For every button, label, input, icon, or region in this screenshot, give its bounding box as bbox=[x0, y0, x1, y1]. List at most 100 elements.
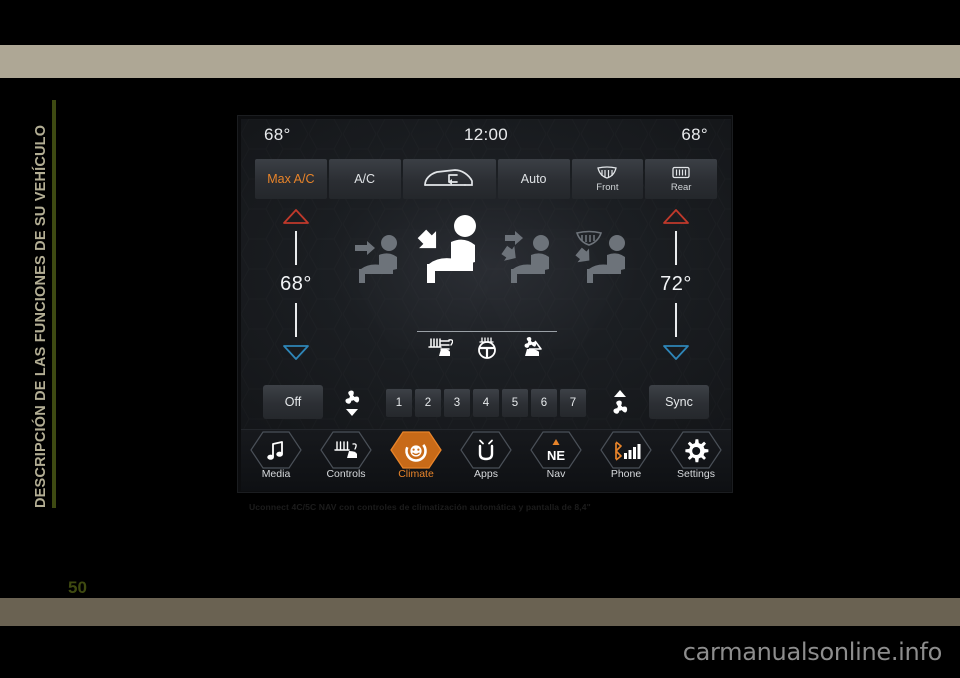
passenger-temp-value: 72° bbox=[660, 273, 692, 295]
driver-temp-up-button[interactable] bbox=[283, 209, 309, 229]
nav-label-controls: Controls bbox=[326, 468, 366, 480]
feet-airflow-icon bbox=[501, 231, 549, 283]
nav-label-media: Media bbox=[261, 468, 291, 480]
manual-page: DESCRIPCIÓN DE LAS FUNCIONES DE SU VEHÍC… bbox=[0, 0, 960, 678]
fan-step-4[interactable]: 4 bbox=[473, 389, 499, 417]
fan-step-7[interactable]: 7 bbox=[560, 389, 586, 417]
fan-step-2[interactable]: 2 bbox=[415, 389, 441, 417]
fan-step-3[interactable]: 3 bbox=[444, 389, 470, 417]
fan-decrease-button[interactable] bbox=[341, 389, 363, 422]
uconnect-screen: 68° 12:00 68° Max A/C A/C Auto Front Rea… bbox=[237, 115, 733, 493]
page-band-bottom bbox=[0, 598, 960, 626]
figure-caption: Uconnect 4C/5C NAV con controles de clim… bbox=[249, 502, 591, 512]
gear-icon bbox=[683, 435, 709, 467]
face-and-feet-airflow-button[interactable] bbox=[415, 211, 495, 296]
nav-item-settings[interactable]: Settings bbox=[661, 430, 731, 492]
driver-temp-control: 68° bbox=[263, 207, 329, 367]
front-defrost-label: Front bbox=[596, 182, 619, 193]
max-ac-label: Max A/C bbox=[267, 171, 315, 186]
recirculation-icon bbox=[421, 163, 477, 195]
front-defrost-icon bbox=[596, 165, 618, 181]
music-note-icon bbox=[266, 435, 286, 467]
fan-increase-button[interactable] bbox=[609, 389, 631, 422]
phone-signal-icon bbox=[611, 435, 641, 467]
ac-button[interactable]: A/C bbox=[328, 159, 401, 199]
status-row: 68° 12:00 68° bbox=[241, 125, 731, 155]
blower-off-button[interactable]: Off bbox=[263, 385, 323, 419]
driver-temp-value: 68° bbox=[280, 273, 312, 295]
heated-seat-button[interactable] bbox=[427, 337, 454, 364]
passenger-temp-down-button[interactable] bbox=[663, 345, 689, 365]
ventilated-seat-button[interactable] bbox=[521, 336, 547, 364]
driver-temp-tick-upper bbox=[295, 231, 297, 265]
feet-airflow-button[interactable] bbox=[501, 229, 563, 292]
fan-speed-steps: 1 2 3 4 5 6 7 bbox=[386, 389, 586, 417]
nav-item-controls[interactable]: Controls bbox=[311, 430, 381, 492]
ventilated-seat-icon bbox=[524, 336, 542, 356]
climate-main-area: 68° 72° bbox=[241, 203, 731, 393]
controls-icon bbox=[333, 435, 359, 467]
fan-step-2-label: 2 bbox=[424, 397, 432, 409]
heated-steering-wheel-button[interactable] bbox=[475, 336, 499, 364]
blower-off-label: Off bbox=[284, 395, 302, 409]
recirculation-button[interactable] bbox=[402, 159, 496, 199]
watermark: carmanualsonline.info bbox=[682, 638, 943, 666]
fan-step-5[interactable]: 5 bbox=[502, 389, 528, 417]
fan-step-5-label: 5 bbox=[511, 397, 519, 409]
fan-step-6-label: 6 bbox=[540, 397, 548, 409]
nav-item-apps[interactable]: Apps bbox=[451, 430, 521, 492]
rear-defrost-icon bbox=[671, 165, 691, 181]
nav-item-nav[interactable]: NE Nav bbox=[521, 430, 591, 492]
chapter-tab-label: DESCRIPCIÓN DE LAS FUNCIONES DE SU VEHÍC… bbox=[33, 124, 49, 508]
sync-button[interactable]: Sync bbox=[649, 385, 709, 419]
nav-item-media[interactable]: Media bbox=[241, 430, 311, 492]
airflow-mode-row bbox=[349, 211, 629, 331]
clock: 12:00 bbox=[463, 125, 509, 144]
driver-temp-down-button[interactable] bbox=[283, 345, 309, 365]
sync-label: Sync bbox=[665, 395, 693, 409]
face-airflow-icon bbox=[355, 235, 397, 283]
mode-button-strip: Max A/C A/C Auto Front Rear bbox=[255, 159, 718, 199]
passenger-temp-status: 68° bbox=[681, 125, 708, 144]
bottom-nav-items: Media Controls Climate Apps NE Nav Phone… bbox=[241, 430, 731, 492]
face-airflow-button[interactable] bbox=[349, 229, 411, 292]
auto-button[interactable]: Auto bbox=[497, 159, 570, 199]
nav-label-nav: Nav bbox=[546, 468, 566, 480]
ac-label: A/C bbox=[354, 171, 376, 186]
nav-label-apps: Apps bbox=[474, 468, 498, 480]
face-and-feet-airflow-icon bbox=[417, 215, 476, 283]
fan-step-1-label: 1 bbox=[395, 397, 403, 409]
fan-control-row: Off 1 2 3 4 5 6 7 Sync bbox=[241, 381, 731, 425]
passenger-temp-tick-upper bbox=[675, 231, 677, 265]
auto-label: Auto bbox=[520, 171, 547, 186]
defrost-and-feet-airflow-button[interactable] bbox=[573, 227, 639, 292]
comfort-icon-row bbox=[427, 336, 547, 364]
nav-item-phone[interactable]: Phone bbox=[591, 430, 661, 492]
nav-item-climate[interactable]: Climate bbox=[381, 430, 451, 492]
max-ac-button[interactable]: Max A/C bbox=[255, 159, 327, 199]
front-defrost-button[interactable]: Front bbox=[571, 159, 644, 199]
nav-label-settings: Settings bbox=[677, 468, 715, 480]
fan-step-4-label: 4 bbox=[482, 397, 490, 409]
driver-temp-tick-lower bbox=[295, 303, 297, 337]
rear-defrost-label: Rear bbox=[670, 182, 692, 193]
rear-defrost-button[interactable]: Rear bbox=[645, 159, 718, 199]
defrost-and-feet-airflow-icon bbox=[575, 230, 625, 283]
apps-u-icon bbox=[475, 435, 497, 467]
fan-increase-icon bbox=[613, 390, 628, 414]
fan-decrease-icon bbox=[345, 390, 360, 416]
nav-label-climate: Climate bbox=[398, 468, 434, 480]
fan-step-1[interactable]: 1 bbox=[386, 389, 412, 417]
chapter-tab-rule bbox=[52, 100, 56, 508]
compass-ne-icon: NE bbox=[542, 435, 570, 467]
uconnect-screen-surface: 68° 12:00 68° Max A/C A/C Auto Front Rea… bbox=[241, 119, 731, 491]
bottom-nav-bar: Media Controls Climate Apps NE Nav Phone… bbox=[241, 429, 731, 491]
heated-steering-wheel-icon bbox=[478, 336, 496, 359]
fan-step-6[interactable]: 6 bbox=[531, 389, 557, 417]
passenger-temp-control: 72° bbox=[643, 207, 709, 367]
svg-text:NE: NE bbox=[547, 448, 565, 463]
passenger-temp-up-button[interactable] bbox=[663, 209, 689, 229]
chapter-tab: DESCRIPCIÓN DE LAS FUNCIONES DE SU VEHÍC… bbox=[30, 100, 56, 508]
comfort-divider bbox=[417, 331, 557, 332]
page-band-top bbox=[0, 45, 960, 78]
